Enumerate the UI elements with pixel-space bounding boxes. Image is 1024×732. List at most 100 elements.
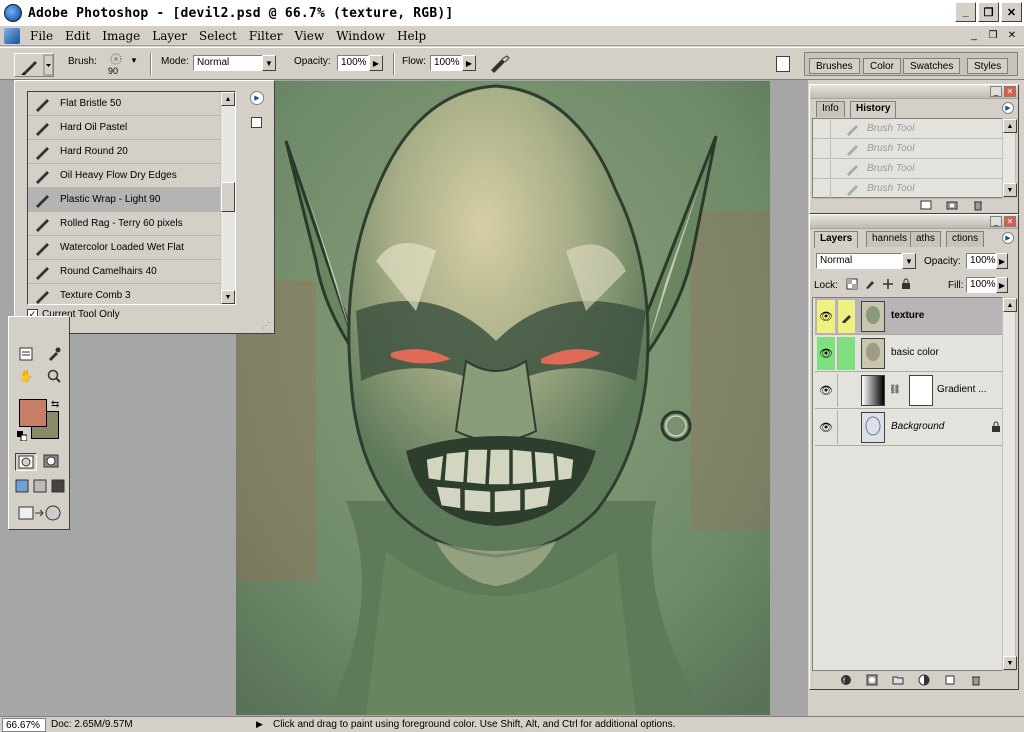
opacity-input[interactable]: 100% bbox=[337, 55, 369, 71]
layer-link-box[interactable] bbox=[837, 411, 855, 444]
brush-preset-item[interactable]: Flat Bristle 50 bbox=[28, 92, 235, 116]
brush-preset-item[interactable]: Round Camelhairs 40 bbox=[28, 260, 235, 284]
scroll-up-arrow-icon[interactable]: ▲ bbox=[1003, 298, 1017, 312]
palette-well-tab-color[interactable]: Color bbox=[863, 58, 901, 74]
tab-layers[interactable]: Layers bbox=[814, 231, 859, 248]
doc-restore-button[interactable]: ❐ bbox=[985, 28, 1001, 43]
brush-list-scrollbar[interactable]: ▲ ▼ bbox=[220, 92, 235, 304]
menu-image[interactable]: Image bbox=[96, 29, 146, 43]
foreground-color-swatch[interactable] bbox=[19, 399, 47, 427]
menu-file[interactable]: File bbox=[24, 29, 59, 43]
document-icon[interactable] bbox=[4, 27, 20, 44]
photoshop-app-icon[interactable] bbox=[4, 4, 22, 22]
trash-icon[interactable] bbox=[972, 199, 984, 211]
zoom-field[interactable]: 66.67% bbox=[2, 718, 46, 732]
minimize-button[interactable]: _ bbox=[955, 2, 976, 22]
trash-icon[interactable] bbox=[970, 674, 982, 686]
menu-layer[interactable]: Layer bbox=[146, 29, 193, 43]
new-adjustment-layer-icon[interactable] bbox=[918, 674, 930, 686]
menu-select[interactable]: Select bbox=[193, 29, 243, 43]
layer-row-background[interactable]: 👁 Background bbox=[815, 409, 1005, 446]
palette-well-tab-styles[interactable]: Styles bbox=[967, 58, 1009, 74]
opacity-slider-arrow-icon[interactable]: ▶ bbox=[369, 55, 383, 71]
layer-link-box[interactable] bbox=[837, 374, 855, 407]
menu-help[interactable]: Help bbox=[391, 29, 432, 43]
eyedropper-tool-icon[interactable] bbox=[45, 345, 63, 363]
flow-slider-arrow-icon[interactable]: ▶ bbox=[462, 55, 476, 71]
lock-image-pixels-icon[interactable] bbox=[864, 278, 876, 290]
jump-to-imageready-icon[interactable] bbox=[17, 503, 61, 523]
menu-window[interactable]: Window bbox=[330, 29, 391, 43]
tab-info[interactable]: Info bbox=[816, 101, 845, 117]
history-menu-arrow-icon[interactable]: ▶ bbox=[1002, 102, 1014, 114]
menu-view[interactable]: View bbox=[289, 29, 331, 43]
layer-row-basic-color[interactable]: 👁 basic color bbox=[815, 335, 1005, 372]
tool-preset-picker[interactable] bbox=[14, 53, 54, 77]
hand-tool-icon[interactable]: ✋ bbox=[17, 367, 35, 385]
standard-screen-mode-icon[interactable] bbox=[15, 479, 29, 493]
history-state[interactable]: Brush Tool bbox=[813, 179, 1003, 199]
history-state[interactable]: Brush Tool bbox=[813, 119, 1003, 139]
close-button[interactable]: ✕ bbox=[1001, 2, 1022, 22]
restore-button[interactable]: ❐ bbox=[978, 2, 999, 22]
history-scrollbar[interactable]: ▲ ▼ bbox=[1002, 118, 1017, 198]
eye-visibility-icon[interactable]: 👁 bbox=[817, 300, 835, 333]
scroll-thumb[interactable] bbox=[221, 182, 235, 212]
palette-well-tab-brushes[interactable]: Brushes bbox=[809, 58, 860, 74]
default-colors-icon[interactable] bbox=[17, 431, 28, 442]
layer-link-box[interactable] bbox=[837, 337, 855, 370]
eye-visibility-icon[interactable]: 👁 bbox=[817, 374, 835, 407]
doc-minimize-button[interactable]: _ bbox=[966, 28, 982, 43]
fill-slider-arrow-icon[interactable]: ▶ bbox=[996, 277, 1008, 293]
scroll-up-arrow-icon[interactable]: ▲ bbox=[1003, 119, 1017, 133]
brush-preset-item[interactable]: Watercolor Loaded Wet Flat bbox=[28, 236, 235, 260]
tab-actions[interactable]: ctions bbox=[946, 231, 985, 247]
layer-opacity-slider-arrow-icon[interactable]: ▶ bbox=[996, 253, 1008, 269]
palette-close-button[interactable]: ✕ bbox=[1004, 216, 1016, 227]
tab-channels[interactable]: hannels bbox=[866, 231, 914, 247]
layer-style-icon[interactable]: f bbox=[840, 674, 852, 686]
doc-close-button[interactable]: ✕ bbox=[1004, 28, 1020, 43]
standard-mode-icon[interactable] bbox=[15, 453, 37, 471]
blend-mode-select[interactable]: Normal bbox=[816, 253, 902, 269]
brush-menu-arrow-icon[interactable]: ▶ bbox=[250, 91, 264, 105]
menu-filter[interactable]: Filter bbox=[243, 29, 289, 43]
palette-close-button[interactable]: ✕ bbox=[1004, 86, 1016, 97]
scroll-up-arrow-icon[interactable]: ▲ bbox=[221, 92, 235, 106]
new-brush-preset-icon[interactable] bbox=[251, 117, 262, 128]
brush-preset-item[interactable]: Texture Comb 3 bbox=[28, 284, 235, 304]
palette-minimize-button[interactable]: _ bbox=[990, 86, 1002, 97]
history-palette-titlebar[interactable]: _ ✕ bbox=[810, 85, 1018, 99]
status-arrow-icon[interactable]: ▶ bbox=[256, 719, 263, 730]
blend-mode-dropdown-arrow-icon[interactable]: ▼ bbox=[902, 253, 916, 269]
menu-edit[interactable]: Edit bbox=[59, 29, 96, 43]
resize-grip-icon[interactable]: ⋰ bbox=[262, 321, 272, 331]
quick-mask-mode-icon[interactable] bbox=[41, 453, 63, 471]
brush-preset-item[interactable]: Rolled Rag - Terry 60 pixels bbox=[28, 212, 235, 236]
brush-picker-arrow-icon[interactable]: ▼ bbox=[130, 56, 138, 65]
history-state[interactable]: Brush Tool bbox=[813, 139, 1003, 159]
flow-input[interactable]: 100% bbox=[430, 55, 462, 71]
lock-position-icon[interactable] bbox=[882, 278, 894, 290]
doc-size-info[interactable]: Doc: 2.65M/9.57M bbox=[48, 718, 246, 732]
layers-palette-titlebar[interactable]: _ ✕ bbox=[810, 215, 1018, 229]
scroll-down-arrow-icon[interactable]: ▼ bbox=[1003, 656, 1017, 670]
layers-scrollbar[interactable]: ▲ ▼ bbox=[1002, 297, 1017, 671]
paintbrush-icon[interactable] bbox=[837, 300, 855, 333]
chain-link-icon[interactable]: ⛓ bbox=[889, 384, 900, 395]
new-document-from-state-icon[interactable] bbox=[920, 199, 932, 211]
tab-history[interactable]: History bbox=[850, 101, 897, 118]
full-screen-mode-icon[interactable] bbox=[51, 479, 65, 493]
add-mask-icon[interactable] bbox=[866, 674, 878, 686]
swap-colors-icon[interactable]: ⇆ bbox=[51, 399, 59, 410]
document-canvas[interactable] bbox=[236, 81, 770, 715]
fill-input[interactable]: 100% bbox=[966, 277, 996, 293]
eye-visibility-icon[interactable]: 👁 bbox=[817, 337, 835, 370]
brush-preset-item[interactable]: Oil Heavy Flow Dry Edges bbox=[28, 164, 235, 188]
brush-preset-item[interactable]: Hard Round 20 bbox=[28, 140, 235, 164]
notes-tool-icon[interactable] bbox=[17, 345, 35, 363]
brush-picker[interactable]: 90 bbox=[104, 52, 128, 78]
brush-preset-item-selected[interactable]: Plastic Wrap - Light 90 bbox=[28, 188, 235, 212]
mode-dropdown-arrow-icon[interactable]: ▼ bbox=[262, 55, 276, 71]
new-layer-icon[interactable] bbox=[944, 674, 956, 686]
